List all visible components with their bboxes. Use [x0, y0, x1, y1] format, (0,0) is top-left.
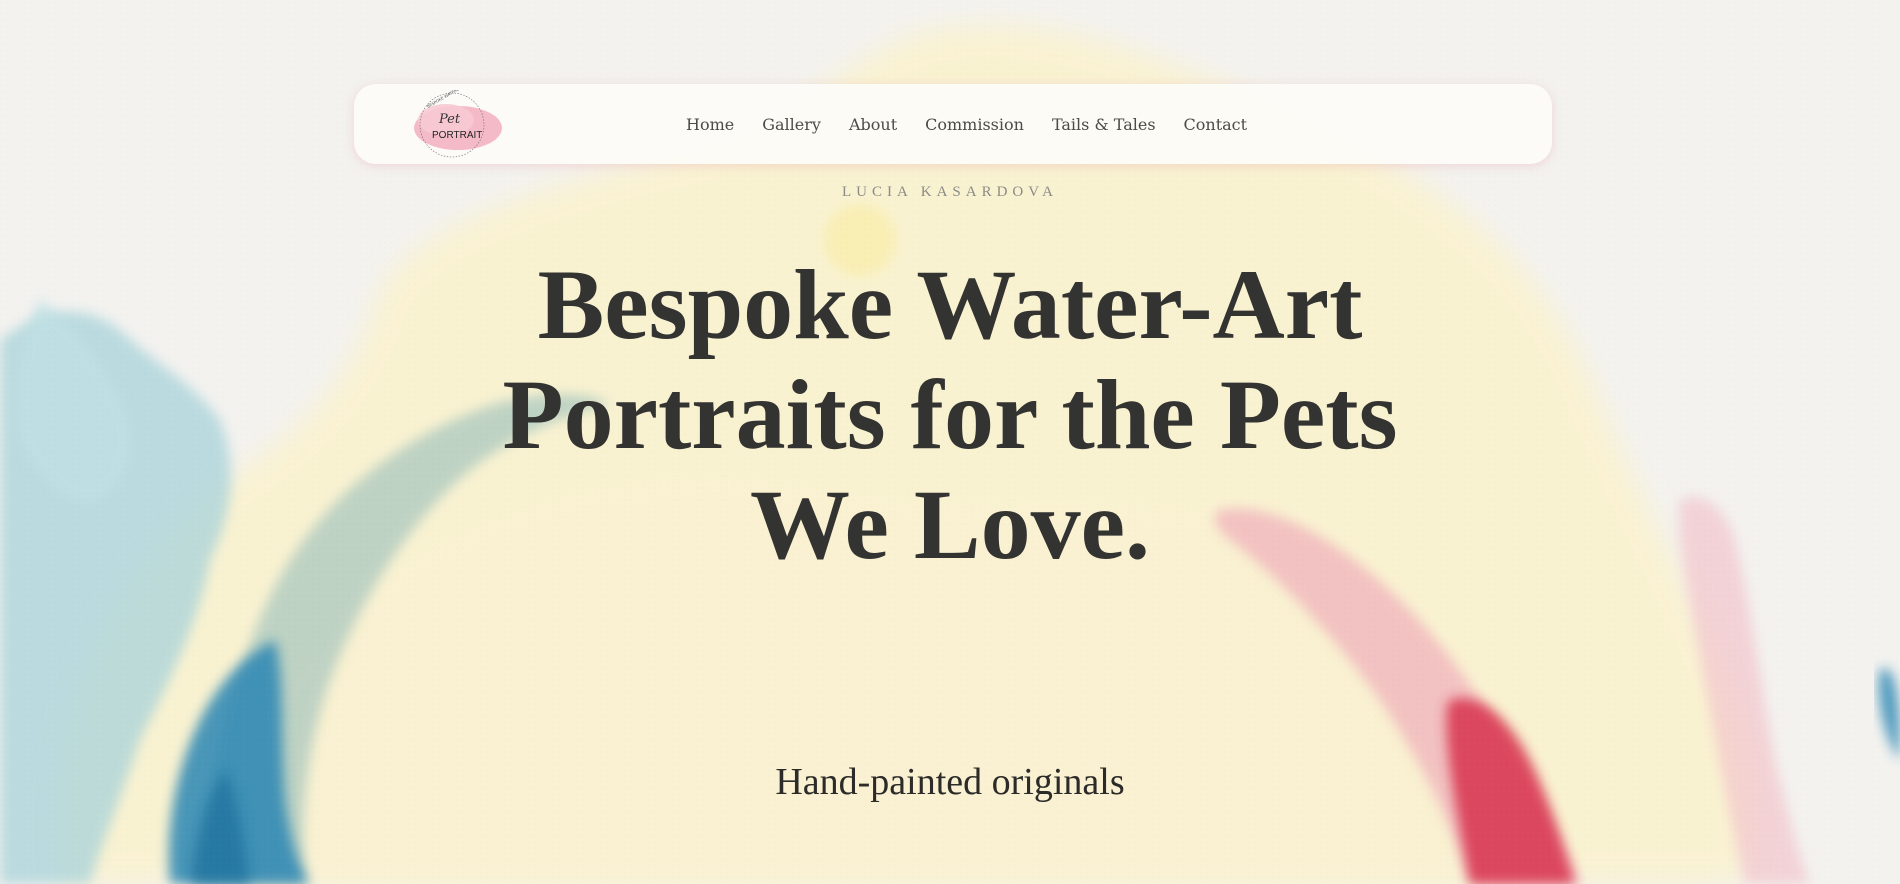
headline-line-1: Bespoke Water-Art [537, 249, 1363, 360]
hero-headline: Bespoke Water-Art Portraits for the Pets… [350, 250, 1550, 580]
headline-line-3: We Love. [750, 469, 1150, 580]
nav-link-contact[interactable]: Contact [1184, 115, 1248, 134]
top-navigation-bar: BESPOKE WATERCOLOUR Pet PORTRAIT Home Ga… [354, 84, 1552, 164]
svg-text:Pet: Pet [438, 112, 461, 127]
hero-tagline: Hand-painted originals [775, 761, 1125, 803]
nav-links: Home Gallery About Commission Tails & Ta… [686, 84, 1247, 164]
pet-portrait-logo[interactable]: BESPOKE WATERCOLOUR Pet PORTRAIT [406, 90, 506, 160]
nav-link-about[interactable]: About [849, 115, 897, 134]
nav-link-tails-tales[interactable]: Tails & Tales [1052, 115, 1156, 134]
nav-link-gallery[interactable]: Gallery [762, 115, 821, 134]
headline-line-2: Portraits for the Pets [502, 359, 1398, 470]
artist-name: LUCIA KASARDOVA [842, 184, 1058, 200]
nav-link-commission[interactable]: Commission [925, 115, 1024, 134]
nav-link-home[interactable]: Home [686, 115, 734, 134]
svg-text:PORTRAIT: PORTRAIT [432, 130, 482, 141]
